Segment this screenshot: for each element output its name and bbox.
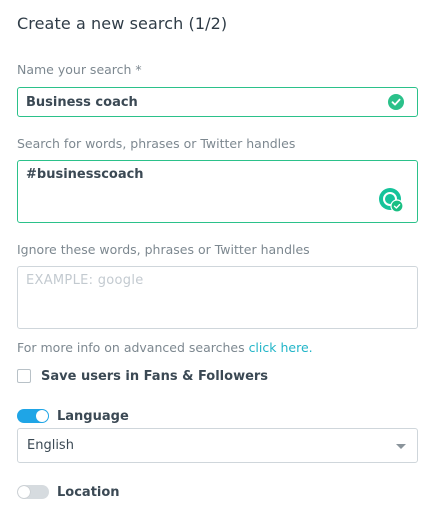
search-words-textarea[interactable]: #businesscoach [17, 160, 418, 223]
words-label: Search for words, phrases or Twitter han… [17, 136, 296, 151]
save-users-checkbox[interactable] [17, 369, 31, 383]
language-label: Language [57, 408, 129, 424]
grammarly-icon[interactable] [378, 187, 404, 213]
save-users-label: Save users in Fans & Followers [41, 368, 269, 384]
search-name-value: Business coach [26, 95, 138, 110]
name-label: Name your search * [17, 62, 142, 77]
caret-down-icon [396, 444, 406, 449]
language-selected-value: English [27, 438, 74, 453]
check-circle-icon [388, 94, 404, 110]
search-name-input[interactable]: Business coach [17, 87, 418, 117]
create-search-form: Create a new search (1/2) Name your sear… [0, 0, 440, 506]
language-select[interactable]: English [17, 428, 418, 463]
ignore-label: Ignore these words, phrases or Twitter h… [17, 242, 310, 257]
save-users-option[interactable]: Save users in Fans & Followers [17, 367, 268, 385]
language-option: Language [17, 407, 129, 425]
ignore-words-placeholder: EXAMPLE: google [26, 273, 144, 288]
click-here-link[interactable]: click here. [249, 340, 313, 355]
toggle-knob [18, 486, 30, 498]
language-toggle[interactable] [17, 409, 49, 423]
location-toggle[interactable] [17, 485, 49, 499]
location-option: Location [17, 483, 120, 501]
search-words-value: #businesscoach [26, 167, 144, 182]
advanced-search-info: For more info on advanced searches click… [17, 340, 313, 355]
ignore-words-textarea[interactable]: EXAMPLE: google [17, 266, 418, 329]
page-title: Create a new search (1/2) [17, 14, 228, 33]
info-text: For more info on advanced searches [17, 340, 249, 355]
toggle-knob [36, 410, 48, 422]
location-label: Location [57, 484, 120, 500]
